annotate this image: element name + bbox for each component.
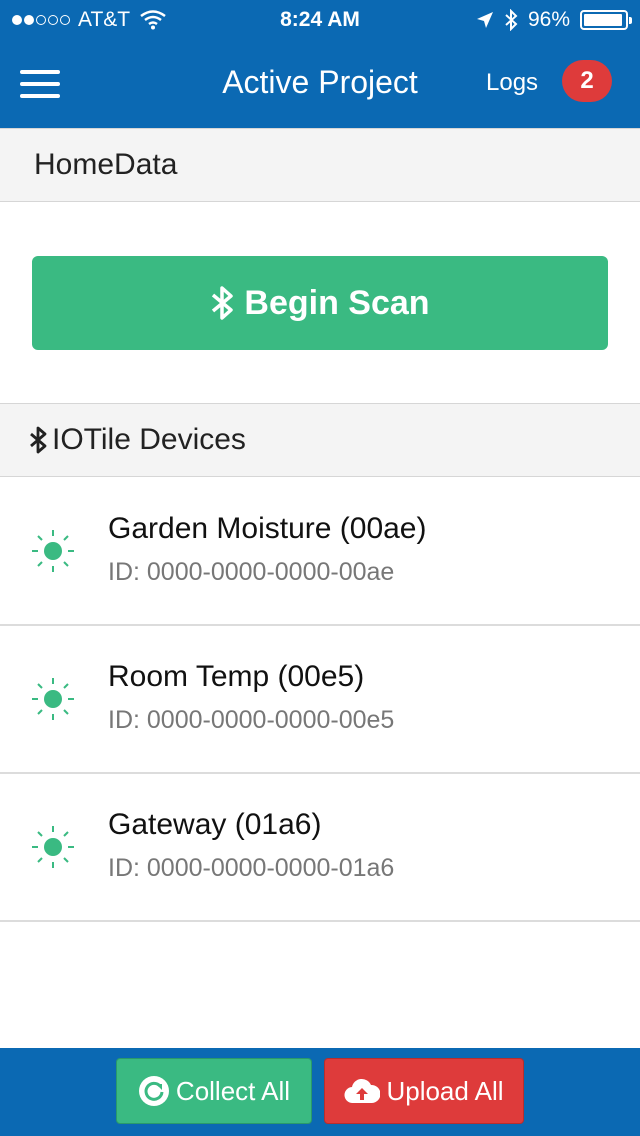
logs-count-badge[interactable]: 2 bbox=[562, 60, 612, 102]
device-name: Room Temp (00e5) bbox=[108, 660, 365, 693]
status-bar: AT&T 8:24 AM 96% bbox=[0, 0, 640, 40]
location-icon bbox=[476, 12, 493, 28]
begin-scan-button[interactable]: Begin Scan bbox=[32, 256, 608, 350]
device-row[interactable]: Room Temp (00e5) ID: 0000-0000-0000-00e5 bbox=[0, 626, 640, 774]
bottom-toolbar: Collect All Upload All bbox=[0, 1048, 640, 1136]
device-row[interactable]: Garden Moisture (00ae) ID: 0000-0000-000… bbox=[0, 478, 640, 626]
bluetooth-icon bbox=[30, 426, 47, 454]
device-id: ID: 0000-0000-0000-00e5 bbox=[108, 706, 395, 734]
cloud-upload-icon bbox=[344, 1078, 381, 1104]
device-id: ID: 0000-0000-0000-01a6 bbox=[108, 854, 395, 882]
battery-icon bbox=[580, 10, 632, 30]
device-name: Garden Moisture (00ae) bbox=[108, 512, 427, 545]
upload-all-button[interactable]: Upload All bbox=[324, 1058, 524, 1124]
status-right: 96% bbox=[476, 8, 632, 32]
device-name: Gateway (01a6) bbox=[108, 808, 322, 841]
page-title: Active Project bbox=[222, 64, 418, 100]
sun-icon bbox=[32, 826, 74, 868]
bluetooth-status-icon bbox=[505, 9, 518, 31]
device-id: ID: 0000-0000-0000-00ae bbox=[108, 558, 395, 586]
project-header: HomeData bbox=[0, 128, 640, 202]
refresh-icon bbox=[138, 1076, 169, 1106]
collect-all-label: Collect All bbox=[175, 1075, 291, 1106]
battery-percent: 96% bbox=[527, 8, 570, 31]
upload-all-label: Upload All bbox=[386, 1075, 504, 1106]
battery-fill bbox=[584, 14, 623, 26]
logs-link[interactable]: Logs bbox=[486, 69, 538, 97]
collect-all-button[interactable]: Collect All bbox=[116, 1058, 312, 1124]
device-row[interactable]: Gateway (01a6) ID: 0000-0000-0000-01a6 bbox=[0, 774, 640, 922]
devices-section-header: IOTile Devices bbox=[0, 403, 640, 477]
devices-section-title: IOTile Devices bbox=[52, 423, 246, 456]
sun-icon bbox=[32, 678, 74, 720]
project-name: HomeData bbox=[34, 148, 178, 181]
nav-bar: Active Project Logs 2 bbox=[0, 40, 640, 128]
sun-icon bbox=[32, 530, 74, 572]
begin-scan-label: Begin Scan bbox=[244, 283, 430, 322]
bluetooth-icon bbox=[212, 286, 234, 320]
